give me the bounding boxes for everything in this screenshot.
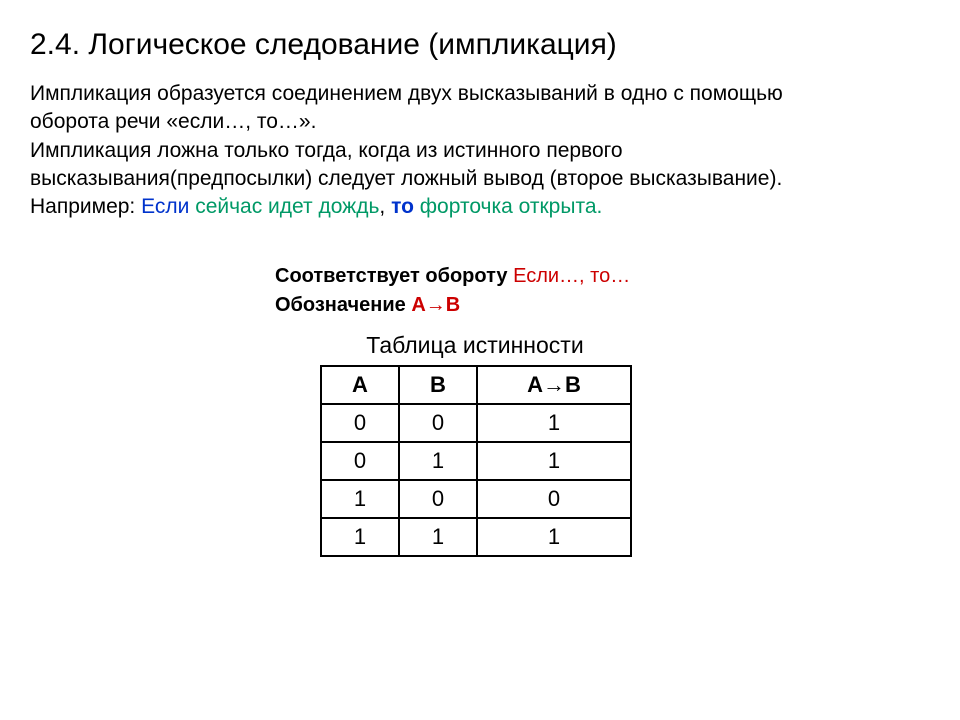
table-row: 0 0 1 [321, 404, 631, 442]
table-row: 0 1 1 [321, 442, 631, 480]
cell-a: 0 [321, 404, 399, 442]
correspondence-label: Соответствует обороту [275, 265, 513, 287]
example-comma: , [379, 195, 391, 218]
cell-b: 1 [399, 442, 477, 480]
example-line: Например: Если сейчас идет дождь, то фор… [30, 193, 930, 221]
header-a: А [321, 366, 399, 404]
cell-a: 0 [321, 442, 399, 480]
header-ab: А→В [477, 366, 631, 404]
example-result: форточка открыта [420, 195, 597, 218]
correspondence-line: Соответствует обороту Если…, то… [275, 262, 930, 291]
notation-line: Обозначение А→В [275, 291, 930, 320]
example-period: . [597, 195, 603, 218]
cell-b: 0 [399, 480, 477, 518]
cell-a: 1 [321, 480, 399, 518]
table-title: Таблица истинности [320, 332, 630, 359]
notation-value: А→В [411, 294, 460, 316]
example-if: Если [141, 195, 195, 218]
para-line-2: оборота речи «если…, то…». [30, 110, 316, 133]
para-line-1: Импликация образуется соединением двух в… [30, 82, 783, 105]
header-b: В [399, 366, 477, 404]
example-prefix: Например: [30, 195, 141, 218]
correspondence-phrase: Если…, то… [513, 265, 630, 287]
table-row: 1 1 1 [321, 518, 631, 556]
cell-ab: 0 [477, 480, 631, 518]
correspondence-block: Соответствует обороту Если…, то… Обознач… [275, 262, 930, 320]
example-then: то [391, 195, 420, 218]
table-row: 1 0 0 [321, 480, 631, 518]
page-title: 2.4. Логическое следование (импликация) [30, 28, 930, 62]
cell-ab: 1 [477, 518, 631, 556]
example-condition: сейчас идет дождь [195, 195, 379, 218]
para-line-3: Импликация ложна только тогда, когда из … [30, 139, 623, 162]
table-header-row: А В А→В [321, 366, 631, 404]
truth-table: А В А→В 0 0 1 0 1 1 1 0 0 1 1 1 [320, 365, 632, 557]
cell-b: 1 [399, 518, 477, 556]
para-line-4: высказывания(предпосылки) следует ложный… [30, 167, 782, 190]
cell-ab: 1 [477, 404, 631, 442]
cell-b: 0 [399, 404, 477, 442]
notation-label: Обозначение [275, 294, 411, 316]
definition-paragraph: Импликация образуется соединением двух в… [30, 80, 930, 193]
cell-a: 1 [321, 518, 399, 556]
cell-ab: 1 [477, 442, 631, 480]
